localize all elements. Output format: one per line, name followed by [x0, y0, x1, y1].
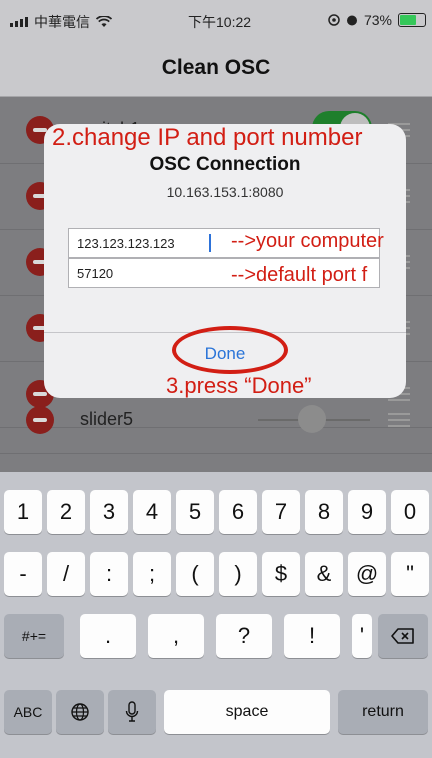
location-icon — [328, 14, 340, 26]
key-backspace[interactable] — [378, 614, 428, 658]
key-slash[interactable]: / — [47, 552, 85, 596]
key-globe[interactable] — [56, 690, 104, 734]
alarm-icon — [346, 15, 357, 26]
key-4[interactable]: 4 — [133, 490, 171, 534]
status-left: 中華電信 — [10, 12, 112, 32]
key-microphone[interactable] — [108, 690, 156, 734]
annotation-computer-ip: -->your computer — [231, 230, 384, 252]
key-3[interactable]: 3 — [90, 490, 128, 534]
key-return[interactable]: return — [338, 690, 428, 734]
globe-icon — [71, 703, 89, 721]
key-abc[interactable]: ABC — [4, 690, 52, 734]
annotation-step-3: 3.press “Done” — [166, 373, 312, 398]
page-title: Clean OSC — [161, 56, 271, 79]
battery-icon — [398, 13, 426, 27]
key-dollar[interactable]: $ — [262, 552, 300, 596]
slider-knob[interactable] — [298, 405, 326, 433]
key-period[interactable]: . — [80, 614, 136, 658]
status-time: 下午10:22 — [188, 14, 252, 30]
key-exclamation[interactable]: ! — [284, 614, 340, 658]
key-at[interactable]: @ — [348, 552, 386, 596]
key-question[interactable]: ? — [216, 614, 272, 658]
key-comma[interactable]: , — [148, 614, 204, 658]
key-open-paren[interactable]: ( — [176, 552, 214, 596]
key-colon[interactable]: : — [90, 552, 128, 596]
annotation-circle — [172, 326, 288, 374]
annotation-default-port: -->default port f — [231, 264, 368, 286]
text-cursor — [209, 234, 211, 252]
key-1[interactable]: 1 — [4, 490, 42, 534]
wifi-icon — [96, 16, 112, 27]
dialog-title: OSC Connection — [149, 154, 301, 175]
key-space[interactable]: space — [164, 690, 330, 734]
key-6[interactable]: 6 — [219, 490, 257, 534]
key-hyphen[interactable]: - — [4, 552, 42, 596]
key-0[interactable]: 0 — [391, 490, 429, 534]
key-ampersand[interactable]: & — [305, 552, 343, 596]
current-address: 10.163.153.1:8080 — [166, 184, 284, 200]
signal-icon — [10, 17, 28, 27]
delete-icon[interactable] — [26, 406, 54, 434]
battery-percent: 73% — [363, 12, 392, 28]
status-bar: 中華電信 下午10:22 73% — [0, 0, 432, 40]
numeric-keyboard: 1 2 3 4 5 6 7 8 9 0 - / : ; ( ) $ & @ " … — [0, 472, 432, 758]
key-8[interactable]: 8 — [305, 490, 343, 534]
carrier-name: 中華電信 — [34, 14, 90, 30]
key-apostrophe[interactable]: ' — [352, 614, 372, 658]
annotation-step-2: 2.change IP and port number — [52, 124, 363, 151]
status-right: 73% — [328, 12, 426, 28]
key-semicolon[interactable]: ; — [133, 552, 171, 596]
key-quote[interactable]: " — [391, 552, 429, 596]
key-close-paren[interactable]: ) — [219, 552, 257, 596]
key-2[interactable]: 2 — [47, 490, 85, 534]
key-9[interactable]: 9 — [348, 490, 386, 534]
navigation-bar: Clean OSC — [0, 40, 432, 97]
key-7[interactable]: 7 — [262, 490, 300, 534]
key-symbols-toggle[interactable]: #+= — [4, 614, 64, 658]
key-5[interactable]: 5 — [176, 490, 214, 534]
backspace-icon — [391, 628, 414, 644]
reorder-handle-icon[interactable] — [388, 413, 410, 431]
microphone-icon — [125, 701, 139, 722]
list-item-label: slider5 — [80, 409, 134, 429]
